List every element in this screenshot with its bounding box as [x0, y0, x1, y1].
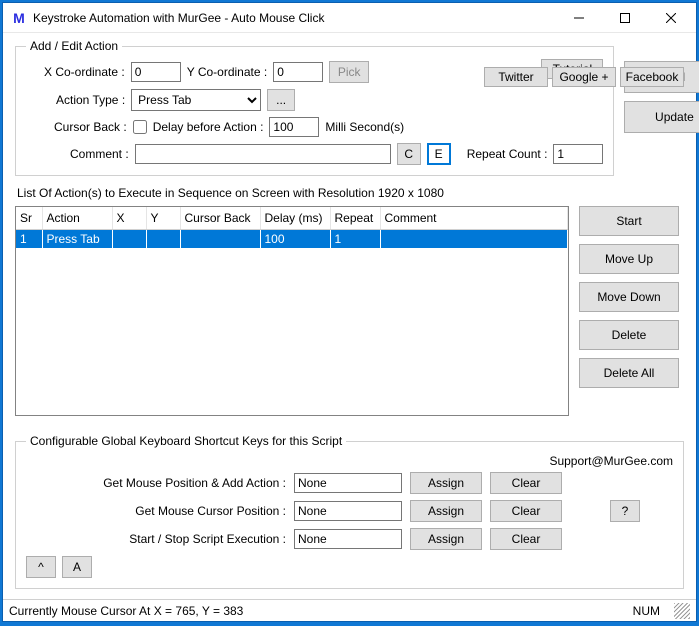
sc-cursorpos-clear[interactable]: Clear	[490, 500, 562, 522]
action-type-label: Action Type :	[56, 93, 125, 107]
app-icon: M	[11, 10, 27, 26]
update-button[interactable]: Update	[624, 101, 699, 133]
help-button[interactable]: ?	[610, 500, 640, 522]
col-repeat[interactable]: Repeat	[330, 207, 380, 229]
action-type-select[interactable]: Press Tab	[131, 89, 261, 111]
delay-unit-label: Milli Second(s)	[325, 120, 404, 134]
status-num: NUM	[633, 604, 660, 618]
y-coord-input[interactable]	[273, 62, 323, 82]
twitter-button[interactable]: Twitter	[484, 67, 548, 87]
cursor-back-checkbox[interactable]	[133, 120, 147, 134]
googleplus-button[interactable]: Google +	[552, 67, 616, 87]
col-comment[interactable]: Comment	[380, 207, 568, 229]
deleteall-button[interactable]: Delete All	[579, 358, 679, 388]
sc-addaction-input[interactable]	[294, 473, 402, 493]
maximize-button[interactable]	[602, 3, 648, 33]
status-text: Currently Mouse Cursor At X = 765, Y = 3…	[9, 604, 243, 618]
delete-button[interactable]: Delete	[579, 320, 679, 350]
window-title: Keystroke Automation with MurGee - Auto …	[33, 11, 556, 25]
titlebar: M Keystroke Automation with MurGee - Aut…	[3, 3, 696, 33]
caret-button[interactable]: ^	[26, 556, 56, 578]
moveup-button[interactable]: Move Up	[579, 244, 679, 274]
shortcuts-fieldset: Configurable Global Keyboard Shortcut Ke…	[15, 434, 684, 589]
sc-startstop-assign[interactable]: Assign	[410, 528, 482, 550]
statusbar: Currently Mouse Cursor At X = 765, Y = 3…	[3, 599, 696, 621]
sc-startstop-clear[interactable]: Clear	[490, 528, 562, 550]
delay-label: Delay before Action :	[153, 120, 264, 134]
repeat-count-input[interactable]	[553, 144, 603, 164]
movedown-button[interactable]: Move Down	[579, 282, 679, 312]
c-button[interactable]: C	[397, 143, 421, 165]
sc-addaction-label: Get Mouse Position & Add Action :	[26, 476, 286, 490]
list-label: List Of Action(s) to Execute in Sequence…	[17, 186, 684, 200]
col-y[interactable]: Y	[146, 207, 180, 229]
e-button[interactable]: E	[427, 143, 451, 165]
resize-grip-icon[interactable]	[674, 603, 690, 619]
y-coord-label: Y Co-ordinate :	[187, 65, 268, 79]
col-cursorback[interactable]: Cursor Back	[180, 207, 260, 229]
shortcuts-legend: Configurable Global Keyboard Shortcut Ke…	[26, 434, 346, 448]
table-row[interactable]: 1Press Tab1001	[16, 229, 568, 248]
col-action[interactable]: Action	[42, 207, 112, 229]
sc-addaction-assign[interactable]: Assign	[410, 472, 482, 494]
x-coord-input[interactable]	[131, 62, 181, 82]
app-window: M Keystroke Automation with MurGee - Aut…	[2, 2, 697, 622]
social-bar: Twitter Google + Facebook	[484, 67, 684, 87]
pick-button: Pick	[329, 61, 369, 83]
main-action-buttons: Add Load Update Save	[624, 39, 699, 182]
action-more-button[interactable]: ...	[267, 89, 295, 111]
sc-addaction-clear[interactable]: Clear	[490, 472, 562, 494]
x-coord-label: X Co-ordinate :	[44, 65, 125, 79]
sc-startstop-input[interactable]	[294, 529, 402, 549]
sc-cursorpos-assign[interactable]: Assign	[410, 500, 482, 522]
sc-cursorpos-input[interactable]	[294, 501, 402, 521]
facebook-button[interactable]: Facebook	[620, 67, 684, 87]
action-table[interactable]: Sr Action X Y Cursor Back Delay (ms) Rep…	[15, 206, 569, 416]
minimize-button[interactable]	[556, 3, 602, 33]
start-button[interactable]: Start	[579, 206, 679, 236]
sc-startstop-label: Start / Stop Script Execution :	[26, 532, 286, 546]
col-x[interactable]: X	[112, 207, 146, 229]
cursor-back-label: Cursor Back :	[54, 120, 127, 134]
comment-input[interactable]	[135, 144, 391, 164]
comment-label: Comment :	[70, 147, 129, 161]
sc-cursorpos-label: Get Mouse Cursor Position :	[26, 504, 286, 518]
add-edit-legend: Add / Edit Action	[26, 39, 122, 53]
col-sr[interactable]: Sr	[16, 207, 42, 229]
close-button[interactable]	[648, 3, 694, 33]
support-link[interactable]: Support@MurGee.com	[549, 454, 673, 468]
delay-input[interactable]	[269, 117, 319, 137]
col-delay[interactable]: Delay (ms)	[260, 207, 330, 229]
add-edit-fieldset: Add / Edit Action Tutorial X Co-ordinate…	[15, 39, 614, 176]
repeat-count-label: Repeat Count :	[467, 147, 548, 161]
a-button[interactable]: A	[62, 556, 92, 578]
